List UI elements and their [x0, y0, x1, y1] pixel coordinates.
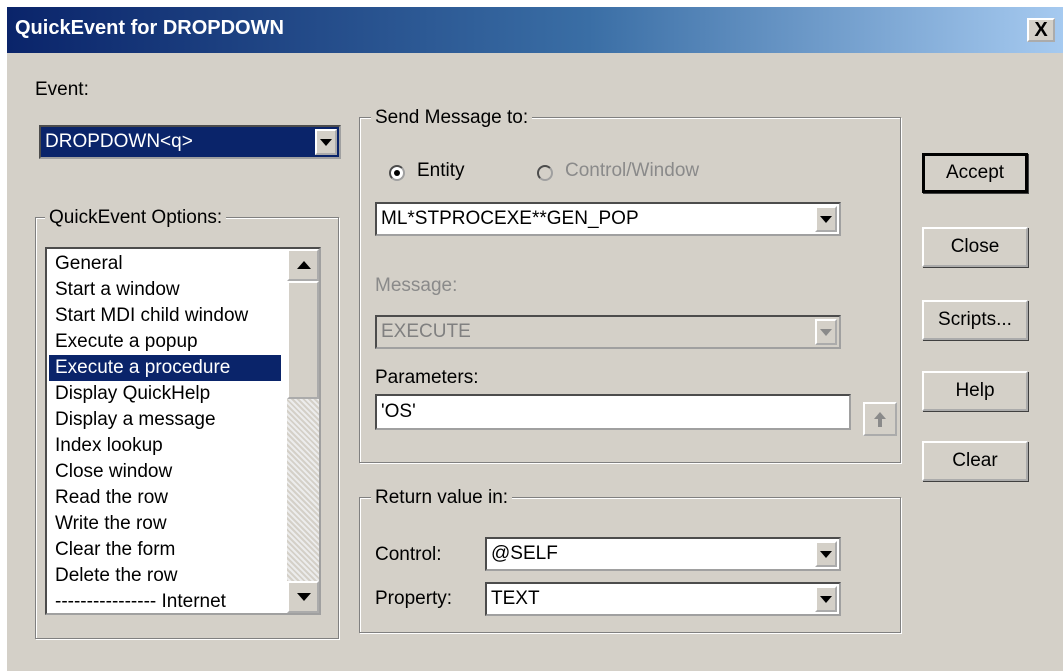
chevron-down-icon[interactable] — [815, 206, 837, 232]
entity-radio[interactable] — [389, 165, 405, 181]
list-item[interactable]: Display QuickHelp — [49, 381, 281, 407]
list-item[interactable]: Start a window — [49, 277, 281, 303]
list-item[interactable]: Execute a popup — [49, 329, 281, 355]
quickevent-options-legend: QuickEvent Options: — [45, 207, 227, 229]
return-value-legend: Return value in: — [371, 487, 513, 509]
control-value: @SELF — [491, 543, 558, 564]
parameters-input[interactable]: 'OS' — [375, 394, 851, 430]
list-item[interactable]: Delete the row — [49, 563, 281, 589]
accept-button[interactable]: Accept — [922, 153, 1028, 193]
target-entity-value: ML*STPROCEXE**GEN_POP — [381, 208, 639, 229]
event-dropdown[interactable]: DROPDOWN<q> — [39, 125, 341, 159]
parameters-value: 'OS' — [381, 401, 416, 422]
message-label: Message: — [375, 275, 458, 296]
list-item[interactable]: ---------------- Internet — [49, 589, 281, 613]
title-bar[interactable]: QuickEvent for DROPDOWN X — [7, 7, 1063, 53]
list-item[interactable]: Display a message — [49, 407, 281, 433]
dialog-title: QuickEvent for DROPDOWN — [15, 17, 284, 39]
property-label: Property: — [375, 588, 453, 609]
list-item-selected[interactable]: Execute a procedure — [49, 355, 281, 381]
control-window-radio-label: Control/Window — [565, 160, 700, 181]
list-item[interactable]: General — [49, 251, 281, 277]
target-entity-dropdown[interactable]: ML*STPROCEXE**GEN_POP — [375, 202, 841, 236]
chevron-down-icon[interactable] — [315, 129, 337, 155]
zoom-icon — [863, 402, 897, 436]
clear-button[interactable]: Clear — [922, 441, 1028, 481]
scripts-button[interactable]: Scripts... — [922, 300, 1028, 340]
control-label: Control: — [375, 544, 442, 565]
help-button[interactable]: Help — [922, 371, 1028, 411]
chevron-down-icon[interactable] — [815, 586, 837, 612]
chevron-down-icon[interactable] — [815, 541, 837, 567]
message-dropdown: EXECUTE — [375, 315, 841, 349]
control-window-radio — [537, 165, 553, 181]
list-item[interactable]: Write the row — [49, 511, 281, 537]
close-window-button[interactable]: X — [1027, 18, 1055, 42]
quickevent-options-list[interactable]: General Start a window Start MDI child w… — [45, 247, 321, 615]
message-value: EXECUTE — [381, 321, 471, 342]
scroll-up-icon[interactable] — [287, 249, 319, 281]
list-item[interactable]: Close window — [49, 459, 281, 485]
list-scrollbar[interactable] — [287, 249, 319, 613]
event-value: DROPDOWN<q> — [45, 131, 193, 152]
parameters-label: Parameters: — [375, 367, 479, 388]
list-item[interactable]: Index lookup — [49, 433, 281, 459]
property-value: TEXT — [491, 588, 540, 609]
list-item[interactable]: Clear the form — [49, 537, 281, 563]
list-item[interactable]: Read the row — [49, 485, 281, 511]
list-item[interactable]: Start MDI child window — [49, 303, 281, 329]
scroll-thumb[interactable] — [287, 281, 319, 399]
event-label: Event: — [35, 79, 89, 100]
send-message-legend: Send Message to: — [371, 107, 533, 129]
quickevent-dialog: QuickEvent for DROPDOWN X Event: DROPDOW… — [6, 6, 1063, 671]
entity-radio-label[interactable]: Entity — [417, 160, 465, 182]
property-dropdown[interactable]: TEXT — [485, 582, 841, 616]
chevron-down-icon — [815, 319, 837, 345]
scroll-down-icon[interactable] — [287, 581, 319, 613]
control-dropdown[interactable]: @SELF — [485, 537, 841, 571]
close-button[interactable]: Close — [922, 227, 1028, 267]
